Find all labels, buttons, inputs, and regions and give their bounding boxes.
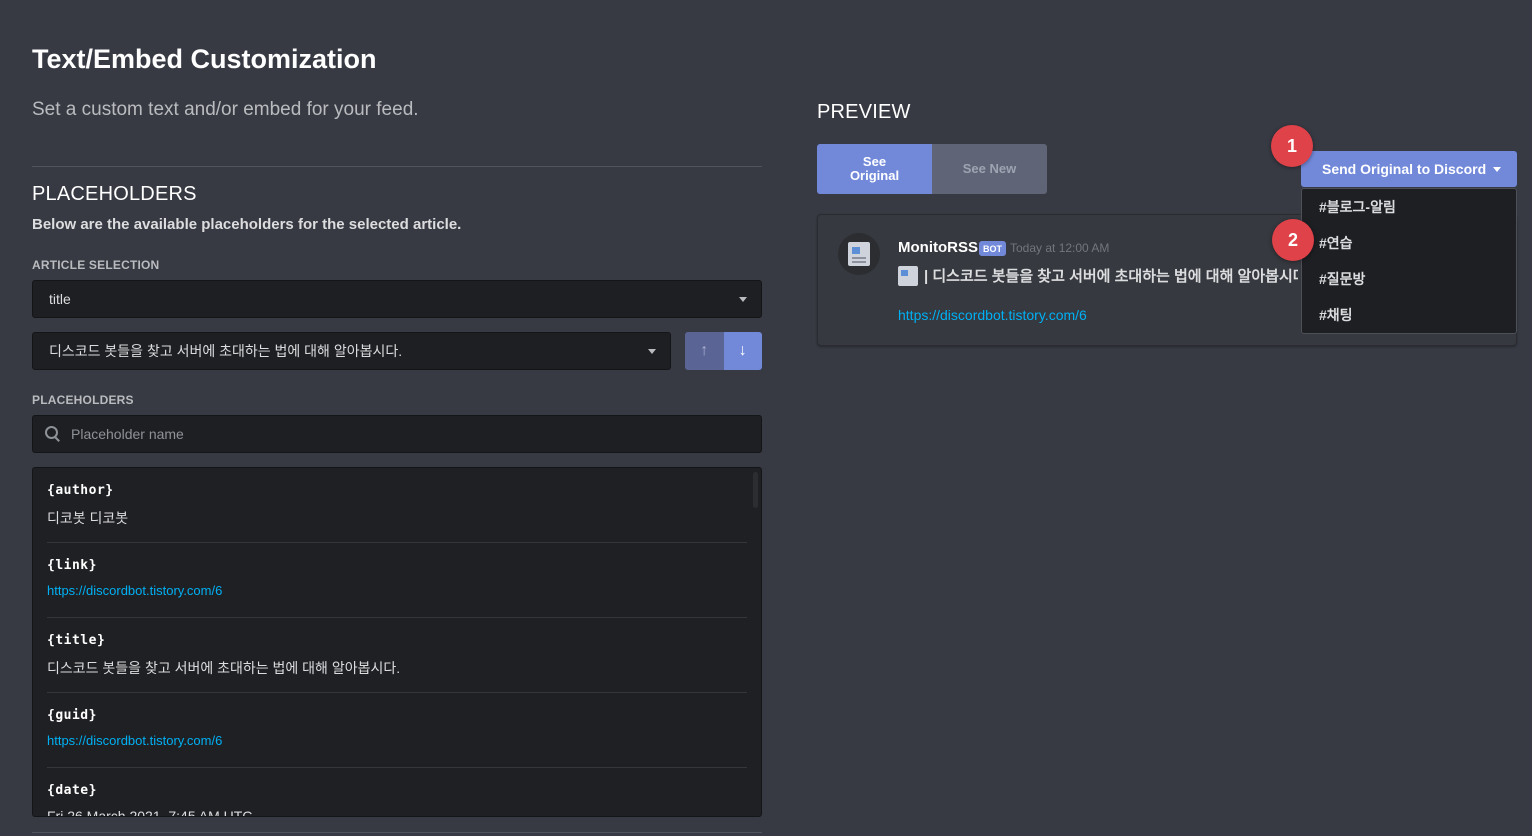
step-badge-2: 2: [1272, 219, 1314, 261]
placeholder-search-input[interactable]: [71, 426, 711, 442]
message-text-content: | 디스코드 봇들을 찾고 서버에 초대하는 법에 대해 알아봅시다.: [924, 268, 1298, 285]
message-timestamp: Today at 12:00 AM: [1010, 241, 1110, 255]
arrow-up-icon: ↑: [700, 342, 709, 359]
placeholder-key: {link}: [47, 558, 97, 573]
channel-option[interactable]: #채팅: [1302, 297, 1516, 333]
newspaper-icon: [898, 265, 918, 286]
message-link[interactable]: https://discordbot.tistory.com/6: [898, 307, 1087, 323]
placeholder-value-link[interactable]: https://discordbot.tistory.com/6: [47, 583, 747, 598]
send-original-label: Send Original to Discord: [1322, 161, 1487, 177]
page-subtitle: Set a custom text and/or embed for your …: [32, 99, 419, 120]
bot-badge: BOT: [979, 241, 1006, 256]
placeholder-item: {author} 디코봇 디코봇: [47, 468, 747, 543]
placeholder-value: Fri 26 March 2021, 7:45 AM UTC: [47, 808, 253, 817]
arrow-down-icon: ↓: [738, 342, 747, 359]
page: Text/Embed Customization Set a custom te…: [0, 0, 1532, 836]
property-select[interactable]: title: [32, 280, 762, 318]
newspaper-icon: [848, 242, 870, 266]
send-original-button[interactable]: Send Original to Discord: [1301, 151, 1517, 187]
placeholders-description: Below are the available placeholders for…: [32, 216, 462, 233]
placeholders-heading: PLACEHOLDERS: [32, 183, 197, 205]
avatar: [838, 233, 880, 275]
placeholder-value: 디스코드 봇들을 찾고 서버에 초대하는 법에 대해 알아봅시다.: [47, 660, 401, 676]
scrollbar[interactable]: [753, 472, 758, 508]
see-new-button[interactable]: See New: [932, 144, 1047, 194]
search-icon: [45, 426, 61, 442]
article-nav-buttons: ↑ ↓: [685, 332, 762, 370]
placeholder-item: {link} https://discordbot.tistory.com/6: [47, 543, 747, 618]
placeholders-label: PLACEHOLDERS: [32, 393, 134, 407]
see-original-button[interactable]: See Original: [817, 144, 932, 194]
placeholder-item: {date} Fri 26 March 2021, 7:45 AM UTC: [47, 768, 747, 817]
next-article-button[interactable]: ↓: [723, 332, 762, 370]
property-select-value: title: [49, 291, 71, 307]
placeholder-value-link[interactable]: https://discordbot.tistory.com/6: [47, 733, 747, 748]
placeholder-key: {guid}: [47, 708, 97, 723]
caret-down-icon: [1493, 167, 1501, 172]
article-select-value: 디스코드 봇들을 찾고 서버에 초대하는 법에 대해 알아봅시다.: [49, 343, 403, 359]
article-select[interactable]: 디스코드 봇들을 찾고 서버에 초대하는 법에 대해 알아봅시다.: [32, 332, 671, 370]
preview-toggle: See Original See New: [817, 144, 1047, 194]
step-badge-1: 1: [1271, 125, 1313, 167]
placeholder-item: {guid} https://discordbot.tistory.com/6: [47, 693, 747, 768]
placeholder-list[interactable]: {author} 디코봇 디코봇 {link} https://discordb…: [32, 467, 762, 817]
placeholder-value: 디코봇 디코봇: [47, 510, 129, 526]
divider: [32, 166, 762, 167]
placeholder-key: {title}: [47, 633, 106, 648]
divider: [32, 832, 762, 833]
page-title: Text/Embed Customization: [32, 44, 377, 74]
channel-option[interactable]: #블로그-알림: [1302, 189, 1516, 225]
caret-down-icon: [739, 297, 747, 302]
placeholder-item: {title} 디스코드 봇들을 찾고 서버에 초대하는 법에 대해 알아봅시다…: [47, 618, 747, 693]
placeholder-search: [32, 415, 762, 453]
previous-article-button[interactable]: ↑: [685, 332, 724, 370]
message-text: | 디스코드 봇들을 찾고 서버에 초대하는 법에 대해 알아봅시다.: [898, 265, 1298, 286]
article-selection-label: ARTICLE SELECTION: [32, 258, 160, 272]
channel-option[interactable]: #질문방: [1302, 261, 1516, 297]
placeholder-key: {date}: [47, 783, 97, 798]
channel-dropdown: #블로그-알림 #연습 #질문방 #채팅: [1301, 188, 1517, 334]
channel-option[interactable]: #연습: [1302, 225, 1516, 261]
placeholder-key: {author}: [47, 483, 114, 498]
preview-heading: PREVIEW: [817, 101, 911, 123]
message-author[interactable]: MonitoRSS: [898, 239, 978, 256]
caret-down-icon: [648, 349, 656, 354]
